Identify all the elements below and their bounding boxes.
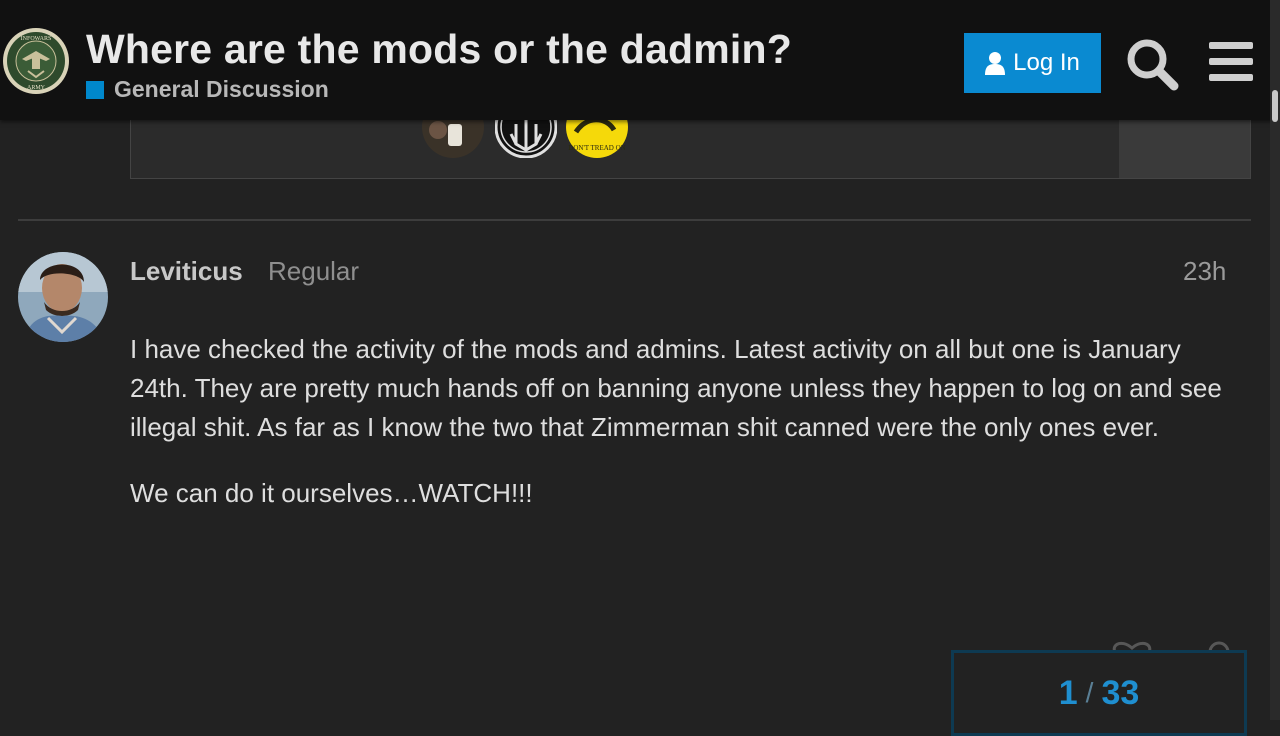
category-link[interactable]: General Discussion xyxy=(86,76,329,103)
login-label: Log In xyxy=(1013,49,1080,76)
post-date[interactable]: 23h xyxy=(1183,256,1226,287)
svg-text:DON'T TREAD ON: DON'T TREAD ON xyxy=(568,144,625,152)
progress-total: 33 xyxy=(1101,673,1140,712)
user-icon xyxy=(985,51,1006,75)
svg-text:ARMY: ARMY xyxy=(27,85,46,91)
post-username[interactable]: Leviticus xyxy=(130,256,243,287)
user-title: Regular xyxy=(268,256,360,286)
site-header: INFOWARS ARMY Where are the mods or the … xyxy=(0,0,1280,120)
post-paragraph: We can do it ourselves…WATCH!!! xyxy=(130,478,533,508)
svg-text:INFOWARS: INFOWARS xyxy=(21,36,52,42)
hamburger-icon xyxy=(1206,42,1256,88)
topic-progress-indicator[interactable]: 1 / 33 xyxy=(951,650,1247,736)
post-divider xyxy=(18,219,1251,221)
scrollbar-thumb[interactable] xyxy=(1272,90,1278,122)
user-avatar[interactable] xyxy=(18,252,108,342)
topic-title[interactable]: Where are the mods or the dadmin? xyxy=(86,26,792,73)
page-scrollbar[interactable] xyxy=(1270,0,1280,720)
progress-current: 1 xyxy=(1058,673,1078,712)
post-paragraph: I have checked the activity of the mods … xyxy=(130,334,1222,442)
participant-avatar[interactable]: DON'T TREAD ON xyxy=(566,120,628,158)
search-button[interactable] xyxy=(1124,36,1180,92)
search-icon xyxy=(1124,39,1180,96)
participant-avatar[interactable] xyxy=(495,120,557,158)
participant-avatar[interactable] xyxy=(422,120,484,158)
category-color-badge xyxy=(86,80,104,99)
post-body: I have checked the activity of the mods … xyxy=(130,330,1230,540)
progress-separator: / xyxy=(1085,677,1094,708)
site-logo[interactable]: INFOWARS ARMY xyxy=(2,27,70,95)
category-label: General Discussion xyxy=(114,76,329,102)
hamburger-menu-button[interactable] xyxy=(1206,40,1256,84)
login-button[interactable]: Log In xyxy=(964,33,1101,93)
